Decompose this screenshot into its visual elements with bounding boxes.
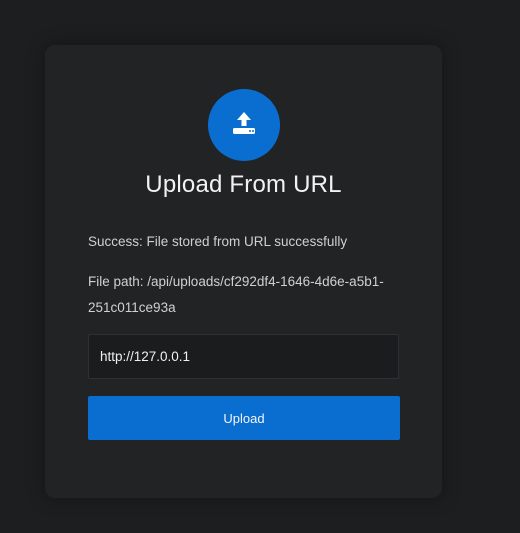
file-path-message: File path: /api/uploads/cf292df4-1646-4d… <box>88 274 384 315</box>
page-title: Upload From URL <box>145 171 342 198</box>
success-message: Success: File stored from URL successful… <box>88 234 348 249</box>
upload-card: Upload From URL Success: File stored fro… <box>45 45 442 498</box>
page: Upload From URL Success: File stored fro… <box>0 0 520 533</box>
upload-icon <box>230 109 258 142</box>
url-input[interactable] <box>88 334 399 379</box>
upload-button[interactable]: Upload <box>88 396 400 440</box>
upload-icon-badge <box>208 89 280 161</box>
